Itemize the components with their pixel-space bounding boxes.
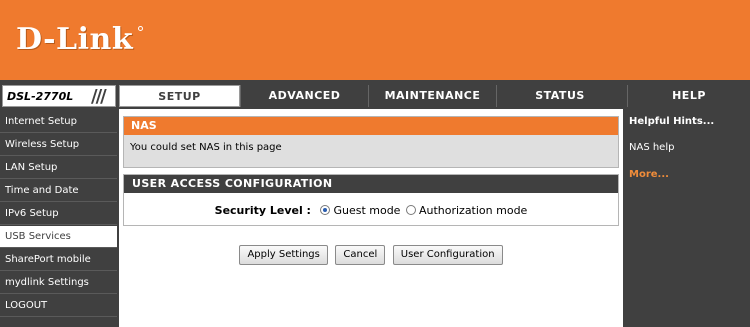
model-name: DSL-2770L [7, 90, 74, 103]
sidebar-item-internet-setup[interactable]: Internet Setup [0, 111, 117, 133]
cancel-button[interactable]: Cancel [335, 245, 386, 265]
security-level-label: Security Level : [214, 204, 311, 217]
main-content: NAS You could set NAS in this page USER … [119, 109, 623, 327]
tab-help[interactable]: HELP [627, 85, 750, 107]
nas-description: You could set NAS in this page [130, 142, 282, 153]
sidebar-item-wireless-setup[interactable]: Wireless Setup [0, 134, 117, 156]
sidebar: Internet Setup Wireless Setup LAN Setup … [0, 111, 117, 318]
model-badge: DSL-2770L /// [2, 85, 116, 107]
authorization-mode-label: Authorization mode [418, 204, 528, 217]
sidebar-item-lan-setup[interactable]: LAN Setup [0, 157, 117, 179]
nas-help-link[interactable]: NAS help [629, 142, 674, 153]
sidebar-item-logout[interactable]: LOGOUT [0, 295, 117, 317]
slash-decoration-icon: /// [91, 86, 107, 107]
help-panel: Helpful Hints... NAS help More... [627, 109, 750, 327]
more-link[interactable]: More... [629, 169, 669, 180]
user-access-section: USER ACCESS CONFIGURATION Security Level… [123, 174, 619, 226]
tab-setup[interactable]: SETUP [119, 85, 240, 107]
tab-advanced[interactable]: ADVANCED [240, 85, 368, 107]
registered-mark-icon [138, 26, 143, 31]
helpful-hints-title: Helpful Hints... [629, 116, 715, 127]
nas-title: NAS [124, 117, 618, 135]
sidebar-item-time-and-date[interactable]: Time and Date [0, 180, 117, 202]
authorization-mode-radio[interactable] [405, 205, 416, 215]
sidebar-item-mydlink-settings[interactable]: mydlink Settings [0, 272, 117, 294]
apply-settings-button[interactable]: Apply Settings [239, 245, 328, 265]
nas-section: NAS You could set NAS in this page [123, 116, 619, 168]
tab-status[interactable]: STATUS [496, 85, 623, 107]
sidebar-item-ipv6-setup[interactable]: IPv6 Setup [0, 203, 117, 225]
header-divider [0, 80, 750, 84]
sidebar-item-usb-services[interactable]: USB Services [0, 226, 117, 248]
sidebar-item-shareport-mobile[interactable]: SharePort mobile [0, 249, 117, 271]
security-level-row: Security Level : Guest mode Authorizatio… [124, 204, 620, 217]
tab-maintenance[interactable]: MAINTENANCE [368, 85, 496, 107]
dlink-logo: D-Link [16, 22, 134, 57]
user-access-title: USER ACCESS CONFIGURATION [124, 175, 618, 193]
user-configuration-button[interactable]: User Configuration [392, 245, 503, 265]
action-buttons: Apply Settings Cancel User Configuration [119, 245, 623, 265]
guest-mode-label: Guest mode [333, 204, 401, 217]
header-banner: D-Link [0, 0, 750, 80]
guest-mode-radio[interactable] [320, 205, 331, 215]
